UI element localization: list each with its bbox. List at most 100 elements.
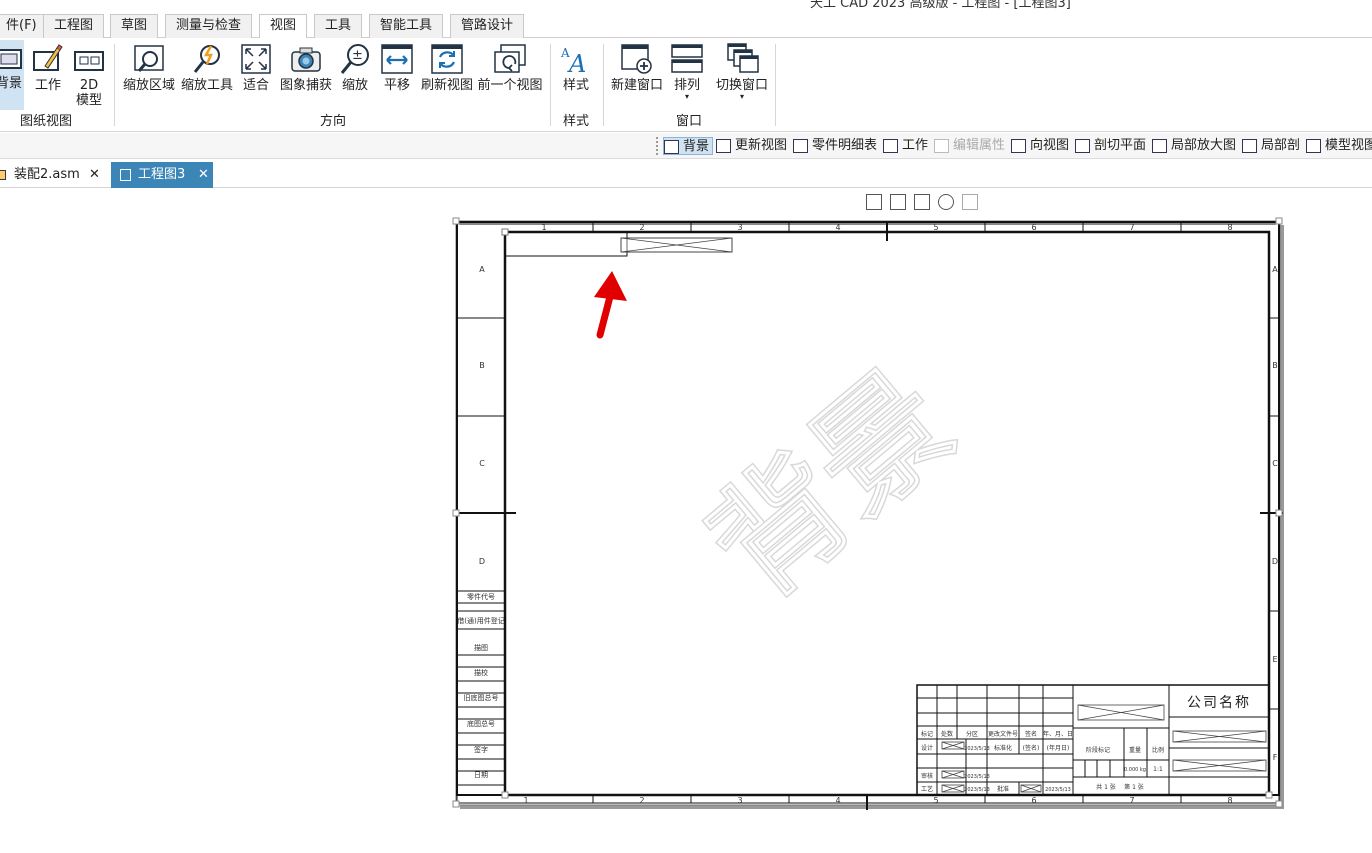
svg-text:±: ±	[352, 48, 363, 63]
strip-label: 旧底图总号	[464, 693, 499, 702]
update-view-icon	[716, 139, 731, 153]
toolbar-work-button[interactable]: 工作	[883, 137, 928, 155]
refresh-view-label: 刷新视图	[420, 78, 473, 93]
image-capture-button[interactable]: 图象捕获	[278, 42, 334, 93]
tab-tools[interactable]: 工具	[314, 14, 363, 38]
arrange-button[interactable]: 排列 ▾	[670, 42, 704, 101]
tab-pipe-design[interactable]: 管路设计	[450, 14, 525, 38]
svg-text:处数: 处数	[941, 730, 953, 738]
group-window: 窗口	[676, 114, 703, 129]
detail-view-icon	[1152, 139, 1167, 153]
work-button[interactable]: 工作	[31, 42, 65, 93]
2d-model-icon	[72, 42, 106, 76]
cutting-plane-button[interactable]: 剖切平面	[1075, 137, 1146, 155]
doc-tab-assembly[interactable]: 装配2.asm ✕	[0, 162, 104, 188]
fit-button[interactable]: 适合	[238, 42, 274, 93]
zoom-area-button[interactable]: 缩放区域	[121, 42, 177, 93]
zoom-button[interactable]: ± 缩放	[338, 42, 372, 93]
parts-list-button[interactable]: 零件明细表	[793, 137, 877, 155]
svg-text:共 1 张: 共 1 张	[1096, 783, 1116, 791]
style-button[interactable]: AA 样式	[559, 42, 593, 93]
arrange-dropdown-icon[interactable]: ▾	[670, 93, 704, 101]
row-label: B	[479, 361, 485, 370]
edit-properties-button[interactable]: 编辑属性	[934, 137, 1005, 155]
drawing-canvas[interactable]: 1 2 3 4 5 6 7 8 1 2 3 4 5 6 7 8 A B C D …	[0, 189, 1372, 853]
broken-out-section-button[interactable]: 局部剖	[1242, 137, 1300, 155]
update-view-label: 更新视图	[735, 138, 788, 153]
col-label: 2	[639, 796, 644, 805]
svg-text:第 1 张: 第 1 张	[1124, 783, 1144, 791]
ribbon-separator	[603, 44, 604, 126]
svg-text:更改文件号: 更改文件号	[988, 730, 1018, 738]
svg-text:审核: 审核	[921, 772, 933, 780]
svg-text:工艺: 工艺	[921, 785, 933, 793]
ribbon-separator	[775, 44, 776, 126]
row-label: D	[479, 557, 485, 566]
strip-label: 零件代号	[467, 592, 495, 601]
svg-text:(签名): (签名)	[1023, 744, 1040, 752]
ribbon-separator	[114, 44, 115, 126]
svg-text:1:1: 1:1	[1153, 766, 1163, 773]
previous-view-button[interactable]: 前一个视图	[477, 42, 543, 93]
col-label: 5	[933, 223, 938, 232]
previous-view-label: 前一个视图	[477, 78, 543, 93]
update-view-button[interactable]: 更新视图	[716, 137, 787, 155]
tab-file[interactable]: 件(F)	[0, 14, 48, 38]
switch-window-button[interactable]: 切换窗口 ▾	[715, 42, 769, 101]
tab-smart-tools[interactable]: 智能工具	[369, 14, 444, 38]
row-label: C	[1272, 459, 1278, 468]
previous-view-icon	[493, 42, 527, 76]
svg-text:签名: 签名	[1025, 730, 1037, 738]
toolbar-background-label: 背景	[683, 139, 710, 154]
refresh-view-icon	[430, 42, 464, 76]
tab-view[interactable]: 视图	[259, 14, 308, 39]
switch-window-dropdown-icon[interactable]: ▾	[715, 93, 769, 101]
col-label: 8	[1227, 223, 1232, 232]
work-label: 工作	[34, 78, 61, 93]
col-label: 2	[639, 223, 644, 232]
col-label: 7	[1129, 796, 1134, 805]
fit-icon	[239, 42, 273, 76]
window-title: 天工 CAD 2023 高级版 - 工程图 - [工程图3]	[810, 0, 1071, 11]
refresh-view-button[interactable]: 刷新视图	[419, 42, 475, 93]
row-label: A	[479, 265, 485, 274]
drawing-sheet: 1 2 3 4 5 6 7 8 1 2 3 4 5 6 7 8 A B C D …	[452, 217, 1284, 810]
arrange-label: 排列	[673, 78, 700, 93]
tab-measure[interactable]: 测量与检查	[165, 14, 253, 38]
tab-sketch[interactable]: 草图	[110, 14, 159, 38]
svg-text:阶段标记: 阶段标记	[1086, 746, 1110, 754]
background-button[interactable]: 背景	[0, 40, 24, 110]
assembly-file-icon	[0, 170, 6, 180]
model-view-icon	[1306, 139, 1321, 153]
toolbar-grip[interactable]	[656, 137, 660, 155]
2d-model-label-2: 模型	[75, 93, 102, 108]
new-window-button[interactable]: 新建窗口	[609, 42, 665, 93]
doc-tab-assembly-label: 装配2.asm	[14, 167, 80, 182]
model-view-button[interactable]: 模型视图	[1306, 137, 1372, 155]
strip-label: 借(通)用件登记	[457, 616, 504, 625]
close-icon[interactable]: ✕	[198, 162, 209, 188]
col-label: 5	[933, 796, 938, 805]
strip-label: 描图	[474, 643, 488, 652]
detail-view-label: 局部放大图	[1171, 138, 1237, 153]
ribbon-tab-bar: 件(F) 工程图 草图 测量与检查 视图 工具 智能工具 管路设计	[0, 12, 1372, 39]
svg-text:2023/5/13: 2023/5/13	[964, 746, 990, 752]
tab-drawing[interactable]: 工程图	[43, 14, 105, 38]
pan-label: 平移	[383, 78, 410, 93]
strip-label: 签字	[474, 745, 488, 754]
model-view-label: 模型视图	[1325, 138, 1372, 153]
strip-label: 描校	[474, 668, 488, 677]
drawing-file-icon	[120, 169, 131, 181]
row-label: C	[479, 459, 485, 468]
doc-tab-drawing3[interactable]: 工程图3 ✕	[111, 162, 213, 188]
2d-model-button[interactable]: 2D 模型	[72, 42, 106, 108]
toolbar-background-button[interactable]: 背景	[663, 137, 714, 155]
col-label: 6	[1031, 796, 1036, 805]
close-icon[interactable]: ✕	[89, 162, 100, 188]
auxiliary-view-button[interactable]: 向视图	[1011, 137, 1069, 155]
zoom-tool-button[interactable]: 缩放工具	[179, 42, 235, 93]
detail-view-button[interactable]: 局部放大图	[1152, 137, 1236, 155]
new-window-label: 新建窗口	[610, 78, 663, 93]
pan-button[interactable]: 平移	[380, 42, 414, 93]
row-label: A	[1272, 265, 1278, 274]
